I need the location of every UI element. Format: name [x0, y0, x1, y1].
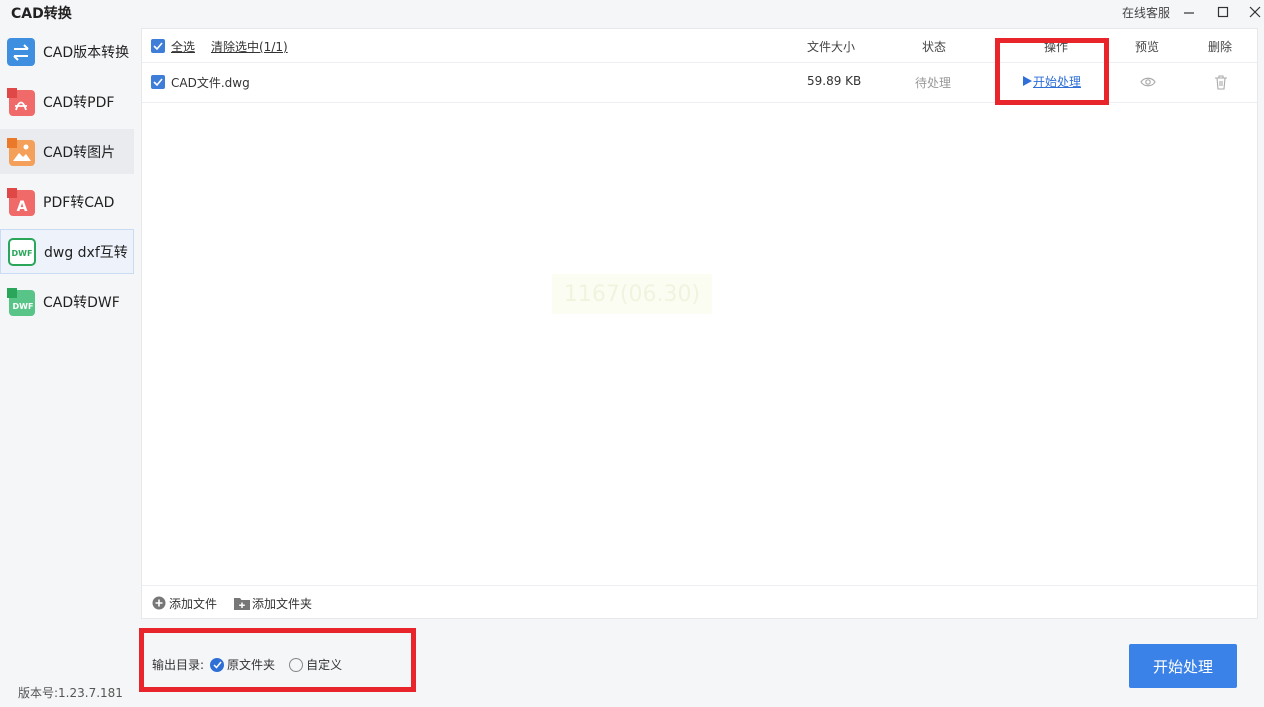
file-toolbar: 添加文件 添加文件夹 — [142, 585, 1257, 619]
sidebar-item-version-convert[interactable]: CAD版本转换 — [0, 29, 134, 74]
watermark: 1167(06.30) — [552, 274, 712, 314]
sidebar-item-label: CAD转图片 — [43, 144, 116, 161]
header-preview: 预览 — [1135, 40, 1160, 54]
image-icon — [7, 137, 35, 166]
preview-eye-icon[interactable] — [1140, 76, 1156, 92]
add-file-icon[interactable] — [152, 596, 166, 614]
sidebar-item-cad-to-pdf[interactable]: CAD转PDF — [0, 79, 134, 124]
version-label: 版本号:1.23.7.181 — [18, 686, 123, 700]
title-bar: CAD转换 在线客服 — [0, 0, 1264, 26]
minimize-icon[interactable] — [1178, 2, 1200, 22]
dwf-swap-icon: DWF — [8, 237, 36, 266]
file-status: 待处理 — [915, 76, 952, 90]
sidebar-item-label: CAD转PDF — [43, 94, 115, 111]
dwf-icon: DWF — [7, 287, 35, 316]
header-delete: 删除 — [1208, 40, 1233, 54]
start-process-button[interactable]: 开始处理 — [1129, 644, 1237, 688]
sidebar-item-label: CAD版本转换 — [43, 44, 130, 61]
row-checkbox[interactable] — [151, 75, 165, 89]
select-all-label[interactable]: 全选 — [171, 38, 195, 55]
maximize-icon[interactable] — [1212, 2, 1234, 22]
header-status: 状态 — [922, 40, 947, 54]
add-folder-icon[interactable] — [234, 596, 250, 614]
svg-text:A: A — [17, 199, 28, 215]
sidebar: CAD版本转换 CAD转PDF CAD转图片 A PDF转CAD DWF dwg… — [0, 27, 135, 707]
sidebar-item-label: PDF转CAD — [43, 194, 115, 211]
svg-text:DWF: DWF — [12, 249, 33, 258]
highlight-box-output — [139, 628, 416, 692]
select-all-checkbox[interactable] — [151, 39, 165, 53]
file-size: 59.89 KB — [807, 74, 862, 88]
clear-selected-link[interactable]: 清除选中(1/1) — [211, 38, 288, 55]
trash-icon[interactable] — [1214, 75, 1228, 94]
highlight-box-action — [995, 38, 1109, 105]
sidebar-item-label: CAD转DWF — [43, 294, 120, 311]
file-list-panel: 全选 清除选中(1/1) 文件大小 状态 操作 预览 删除 CAD文件.dwg … — [141, 28, 1258, 619]
svg-text:DWF: DWF — [13, 302, 34, 311]
file-name: CAD文件.dwg — [171, 76, 250, 90]
add-file-button[interactable]: 添加文件 — [169, 595, 217, 612]
pdf-to-cad-icon: A — [7, 187, 35, 216]
sidebar-item-pdf-to-cad[interactable]: A PDF转CAD — [0, 179, 134, 224]
sidebar-item-dwg-dxf[interactable]: DWF dwg dxf互转 — [0, 229, 134, 274]
close-icon[interactable] — [1244, 2, 1264, 22]
sidebar-item-label: dwg dxf互转 — [44, 244, 128, 261]
header-size: 文件大小 — [807, 40, 856, 54]
online-service-link[interactable]: 在线客服 — [1122, 4, 1170, 21]
sidebar-item-cad-to-image[interactable]: CAD转图片 — [0, 129, 134, 174]
app-title: CAD转换 — [11, 6, 72, 22]
add-folder-button[interactable]: 添加文件夹 — [252, 595, 312, 612]
sidebar-item-cad-to-dwf[interactable]: DWF CAD转DWF — [0, 279, 134, 324]
pdf-icon — [7, 87, 35, 116]
version-convert-icon — [7, 37, 35, 66]
